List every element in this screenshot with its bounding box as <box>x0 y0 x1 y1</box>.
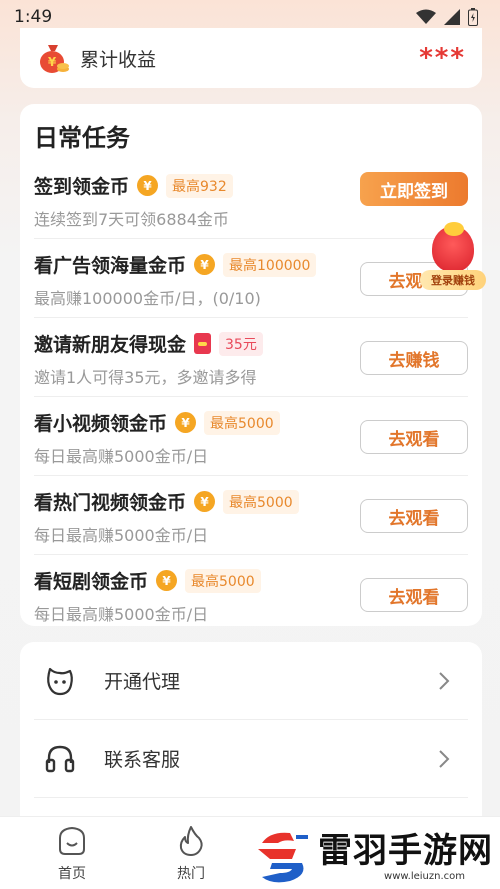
task-row-checkin: 签到领金币 ¥ 最高932 连续签到7天可领6884金币 立即签到 <box>34 160 468 239</box>
coin-icon: ¥ <box>194 491 216 512</box>
reward-badge: 最高5000 <box>204 410 280 435</box>
total-earnings-card[interactable]: ¥ 累计收益 *** <box>20 28 482 88</box>
task-desc: 每日最高赚5000金币/日 <box>34 447 209 466</box>
reward-badge: 35元 <box>219 331 263 356</box>
earnings-value: *** <box>419 43 466 73</box>
task-name: 邀请新朋友得现金 <box>34 334 187 356</box>
earnings-label: 累计收益 <box>80 48 157 71</box>
task-desc: 每日最高赚5000金币/日 <box>34 605 209 624</box>
reward-badge: 最高100000 <box>223 252 317 277</box>
face-icon <box>47 667 73 695</box>
task-row-drama: 看短剧领金币 ¥ 最高5000 每日最高赚5000金币/日 去观看 <box>34 555 468 634</box>
coin-icon: ¥ <box>156 570 178 591</box>
flame-icon <box>179 826 203 856</box>
task-row-ads: 看广告领海量金币 ¥ 最高100000 最高赚100000金币/日，(0/10)… <box>34 239 468 318</box>
menu-item-agent[interactable]: 开通代理 <box>34 642 468 720</box>
watermark-url: www.leiuzn.com <box>384 871 465 882</box>
tab-label: 热门 <box>177 866 205 882</box>
task-name: 看热门视频领金币 <box>34 492 187 514</box>
task-row-hot-video: 看热门视频领金币 ¥ 最高5000 每日最高赚5000金币/日 去观看 <box>34 476 468 555</box>
chevron-right-icon <box>439 671 450 690</box>
watch-short-video-button[interactable]: 去观看 <box>360 420 468 454</box>
headset-icon <box>45 745 75 772</box>
money-bag-icon: ¥ <box>40 45 69 73</box>
task-name: 签到领金币 <box>34 176 130 198</box>
status-time: 1:49 <box>14 7 53 27</box>
tab-hot[interactable]: 热门 <box>156 825 226 883</box>
tab-label: 首页 <box>58 866 86 882</box>
status-icons <box>416 8 478 26</box>
svg-text:¥: ¥ <box>48 55 57 69</box>
home-icon <box>59 826 85 855</box>
coin-icon: ¥ <box>137 175 159 196</box>
watermark-text: 雷羽手游网 <box>318 831 493 871</box>
task-desc: 连续签到7天可领6884金币 <box>34 210 229 229</box>
menu-label: 开通代理 <box>104 671 181 693</box>
watermark-logo-icon <box>258 832 308 882</box>
tab-home[interactable]: 首页 <box>37 825 107 883</box>
site-watermark: 雷羽手游网 www.leiuzn.com <box>250 824 500 889</box>
task-row-short-video: 看小视频领金币 ¥ 最高5000 每日最高赚5000金币/日 去观看 <box>34 397 468 476</box>
reward-badge: 最高932 <box>166 173 233 198</box>
coin-stack-icon <box>444 222 464 236</box>
task-name: 看短剧领金币 <box>34 571 149 593</box>
task-desc: 每日最高赚5000金币/日 <box>34 526 209 545</box>
login-earn-float-badge[interactable]: 登录赚钱 <box>420 222 486 292</box>
signal-icon <box>444 9 460 25</box>
task-desc: 邀请1人可得35元，多邀请多得 <box>34 368 257 387</box>
reward-badge: 最高5000 <box>185 568 261 593</box>
menu-item-support[interactable]: 联系客服 <box>34 720 468 798</box>
watch-hot-video-button[interactable]: 去观看 <box>360 499 468 533</box>
reward-badge: 最高5000 <box>223 489 299 514</box>
section-title: 日常任务 <box>34 124 130 152</box>
wifi-icon <box>416 9 436 24</box>
invite-button[interactable]: 去赚钱 <box>360 341 468 375</box>
menu-label: 联系客服 <box>104 749 181 771</box>
coin-icon: ¥ <box>175 412 197 433</box>
chevron-right-icon <box>439 749 450 768</box>
task-desc: 最高赚100000金币/日，(0/10) <box>34 289 261 308</box>
task-name: 看小视频领金币 <box>34 413 168 435</box>
battery-icon <box>468 8 478 26</box>
coin-icon: ¥ <box>194 254 216 275</box>
menu-card: 开通代理 联系客服 <box>20 642 482 842</box>
red-packet-icon <box>194 333 212 354</box>
daily-tasks-card: 日常任务 签到领金币 ¥ 最高932 连续签到7天可领6884金币 立即签到 看… <box>20 104 482 626</box>
task-name: 看广告领海量金币 <box>34 255 187 277</box>
task-row-invite: 邀请新朋友得现金 35元 邀请1人可得35元，多邀请多得 去赚钱 <box>34 318 468 397</box>
watch-drama-button[interactable]: 去观看 <box>360 578 468 612</box>
float-badge-label: 登录赚钱 <box>420 270 486 290</box>
checkin-button[interactable]: 立即签到 <box>360 172 468 206</box>
